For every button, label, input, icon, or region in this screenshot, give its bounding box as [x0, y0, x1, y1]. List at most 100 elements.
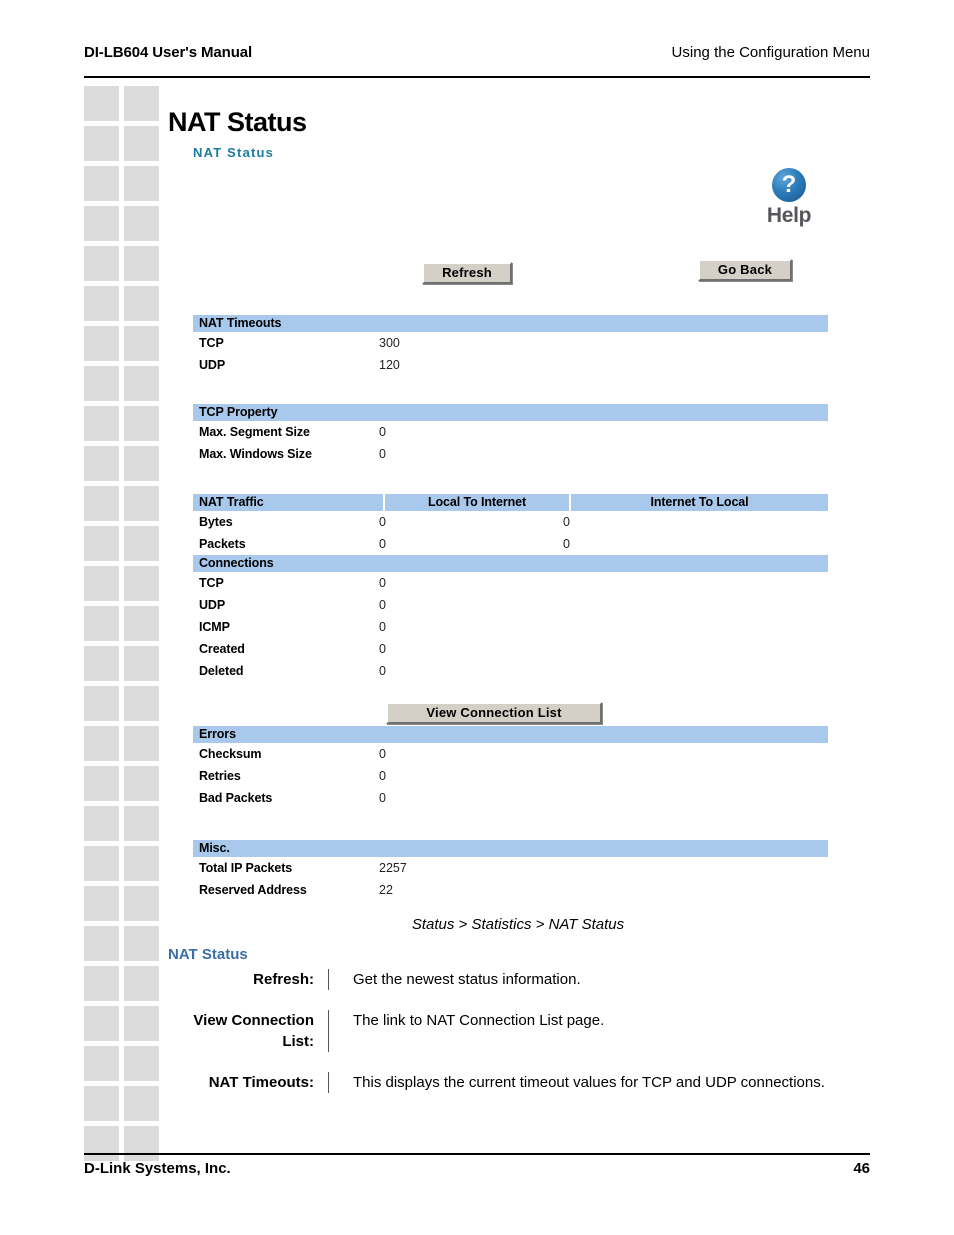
nat-timeouts-table: NAT Timeouts TCP 300 UDP 120	[193, 315, 828, 376]
decorative-square	[124, 86, 159, 121]
misc-header: Misc.	[193, 840, 828, 857]
decorative-square	[84, 566, 119, 601]
description-definition: This displays the current timeout values…	[328, 1072, 856, 1093]
decorative-square	[124, 126, 159, 161]
decorative-square	[124, 166, 159, 201]
table-row: UDP 0	[193, 594, 828, 616]
page-number: 46	[853, 1160, 870, 1177]
company-name: D-Link Systems, Inc.	[84, 1160, 231, 1177]
decorative-square	[124, 1046, 159, 1081]
row-label: Max. Windows Size	[199, 447, 312, 461]
go-back-button[interactable]: Go Back	[698, 259, 792, 281]
decorative-square	[84, 406, 119, 441]
chapter-title: Using the Configuration Menu	[671, 44, 870, 61]
decorative-square	[84, 486, 119, 521]
nat-status-screenshot: NAT Status NAT Status ? Help Refresh Go …	[168, 100, 868, 915]
row-value: 0	[379, 769, 386, 783]
row-label: Max. Segment Size	[199, 425, 310, 439]
decorative-square	[84, 126, 119, 161]
decorative-square	[124, 526, 159, 561]
table-row: Created 0	[193, 638, 828, 660]
decorative-square	[84, 206, 119, 241]
decorative-square	[124, 326, 159, 361]
footer-divider	[84, 1153, 870, 1155]
decorative-square	[84, 1126, 119, 1161]
table-row: UDP 120	[193, 354, 828, 376]
row-value-local-to-internet: 0	[379, 537, 386, 551]
decorative-square	[124, 806, 159, 841]
row-label: ICMP	[199, 620, 230, 634]
decorative-square	[124, 646, 159, 681]
row-value: 0	[379, 642, 386, 656]
nat-timeouts-header: NAT Timeouts	[193, 315, 828, 332]
misc-table: Misc. Total IP Packets 2257 Reserved Add…	[193, 840, 828, 901]
row-value: 0	[379, 425, 386, 439]
row-label: TCP	[199, 336, 224, 350]
decorative-square	[84, 606, 119, 641]
nat-traffic-header: NAT Traffic	[193, 494, 383, 511]
table-row: Bad Packets 0	[193, 787, 828, 809]
row-label: Bytes	[199, 515, 233, 529]
decorative-square	[124, 886, 159, 921]
decorative-square	[84, 766, 119, 801]
help-label: Help	[766, 204, 812, 227]
description-term: Refresh:	[253, 971, 314, 988]
table-row: TCP 300	[193, 332, 828, 354]
row-value-local-to-internet: 0	[379, 515, 386, 529]
decorative-square	[84, 1086, 119, 1121]
page-header: DI-LB604 User's Manual Using the Configu…	[84, 44, 870, 76]
page-title: NAT Status	[168, 107, 307, 137]
description-term: View Connection List:	[193, 1012, 314, 1050]
decorative-square	[84, 86, 119, 121]
decorative-square	[84, 926, 119, 961]
decorative-square	[124, 206, 159, 241]
decorative-square	[124, 846, 159, 881]
row-value: 0	[379, 620, 386, 634]
table-row: Bytes 0 0	[193, 511, 828, 533]
row-value-internet-to-local: 0	[563, 515, 570, 529]
description-definition: Get the newest status information.	[328, 969, 856, 990]
help-button[interactable]: ? Help	[754, 168, 824, 228]
description-item: NAT Timeouts: This displays the current …	[168, 1072, 870, 1093]
figure-caption: Status > Statistics > NAT Status	[411, 916, 625, 933]
decorative-square	[84, 246, 119, 281]
decorative-square	[84, 726, 119, 761]
row-label: Retries	[199, 769, 241, 783]
errors-table: Errors Checksum 0 Retries 0 Bad Packets …	[193, 726, 828, 809]
decorative-square	[124, 606, 159, 641]
row-value: 22	[379, 883, 393, 897]
decorative-square	[84, 526, 119, 561]
row-label: TCP	[199, 576, 224, 590]
page-footer: D-Link Systems, Inc. 46	[84, 1160, 870, 1184]
row-value-internet-to-local: 0	[563, 537, 570, 551]
decorative-square	[124, 446, 159, 481]
decorative-square-grid	[84, 86, 160, 1161]
description-item: Refresh: Get the newest status informati…	[168, 969, 870, 990]
row-value: 0	[379, 747, 386, 761]
decorative-square	[84, 1046, 119, 1081]
decorative-square	[84, 806, 119, 841]
decorative-square	[124, 926, 159, 961]
decorative-square	[84, 326, 119, 361]
decorative-square	[124, 1006, 159, 1041]
description-term: NAT Timeouts:	[208, 1074, 314, 1091]
decorative-square	[84, 1006, 119, 1041]
row-label: Total IP Packets	[199, 861, 293, 875]
column-header-local-to-internet: Local To Internet	[385, 494, 569, 511]
table-row: TCP 0	[193, 572, 828, 594]
table-row: Packets 0 0	[193, 533, 828, 555]
decorative-square	[124, 286, 159, 321]
decorative-square	[124, 766, 159, 801]
tcp-property-header: TCP Property	[193, 404, 828, 421]
decorative-square	[84, 286, 119, 321]
decorative-square	[84, 886, 119, 921]
description-definition: The link to NAT Connection List page.	[328, 1010, 856, 1052]
decorative-square	[84, 646, 119, 681]
row-value: 120	[379, 358, 400, 372]
refresh-button[interactable]: Refresh	[422, 262, 512, 284]
row-label: Created	[199, 642, 245, 656]
table-row: Reserved Address 22	[193, 879, 828, 901]
nat-traffic-header-row: NAT Traffic Local To Internet Internet T…	[193, 494, 828, 511]
table-row: Checksum 0	[193, 743, 828, 765]
view-connection-list-button[interactable]: View Connection List	[386, 702, 602, 724]
